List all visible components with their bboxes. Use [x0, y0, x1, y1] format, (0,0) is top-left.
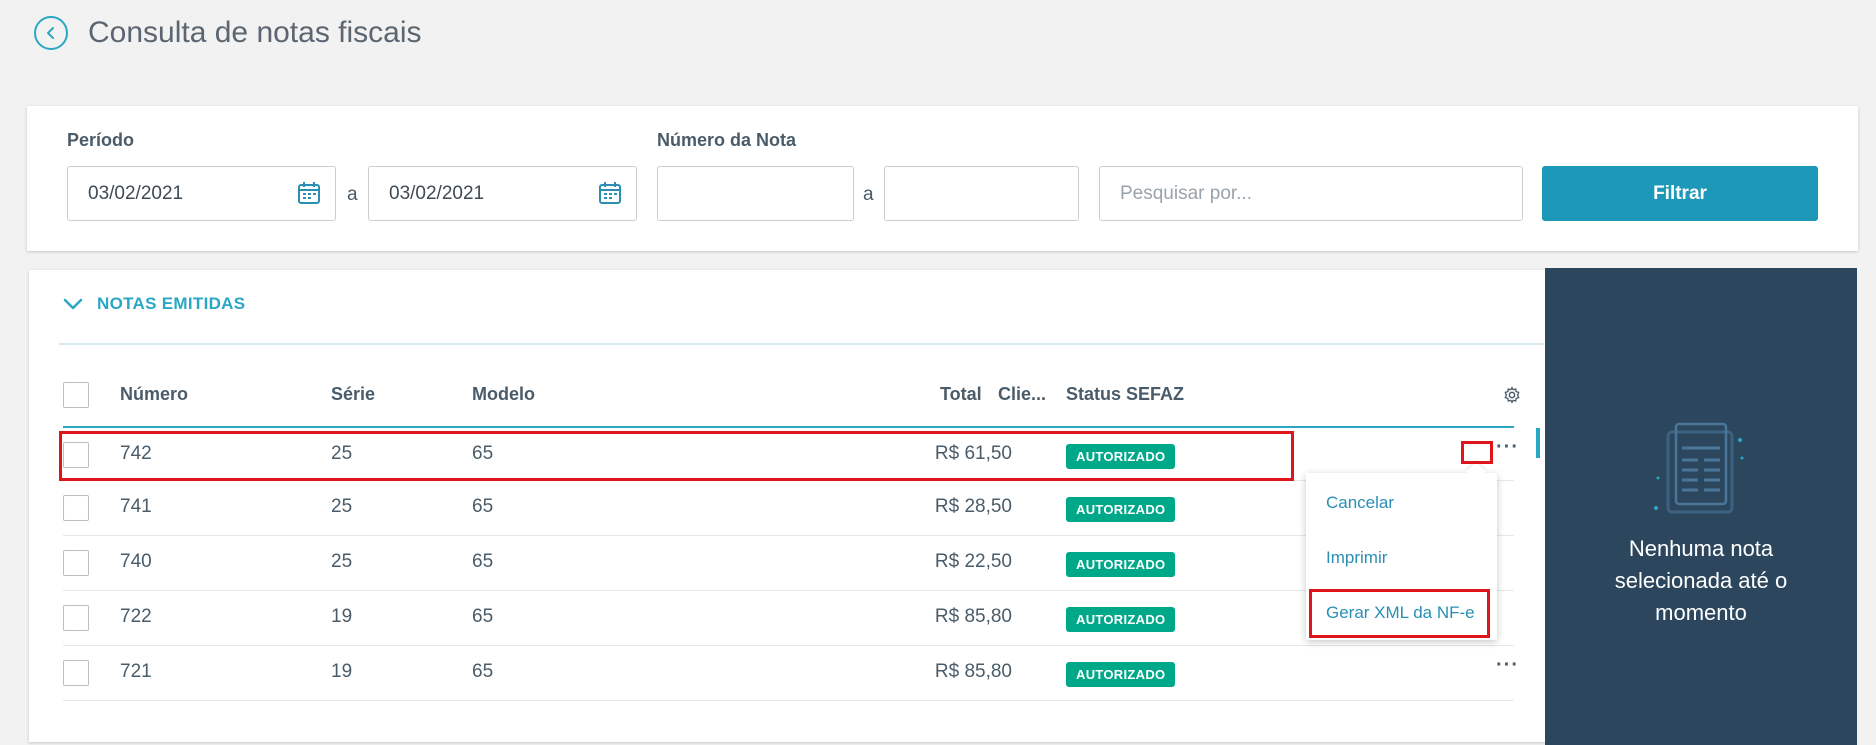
cell-modelo: 65 [472, 496, 494, 517]
col-cliente[interactable]: Clie... [998, 384, 1046, 405]
numero-separator: a [863, 184, 874, 205]
periodo-separator: a [347, 184, 358, 205]
col-total[interactable]: Total [940, 384, 982, 405]
cell-serie: 19 [331, 606, 353, 627]
menu-item-cancelar[interactable]: Cancelar [1326, 493, 1394, 513]
empty-state-message: Nenhuma nota selecionada até o momento [1614, 536, 1788, 625]
col-serie[interactable]: Série [331, 384, 375, 405]
periodo-label: Período [67, 130, 135, 150]
cell-numero: 721 [120, 661, 152, 682]
cell-modelo: 65 [472, 661, 494, 682]
chevron-down-icon [63, 298, 83, 310]
periodo-to-value: 03/02/2021 [389, 182, 485, 204]
document-icon [1654, 422, 1744, 514]
select-all-checkbox[interactable] [63, 382, 89, 408]
col-numero[interactable]: Número [120, 384, 188, 405]
filter-panel: Período 03/02/2021 a 03/02/2021 Número d… [27, 106, 1858, 251]
back-button[interactable] [34, 16, 68, 50]
cell-modelo: 65 [472, 606, 494, 627]
details-panel: Nenhuma nota selecionada até o momento [1545, 268, 1857, 745]
table-row[interactable]: 741 25 65 R$ 28,50 AUTORIZADO [63, 481, 1514, 536]
row-checkbox[interactable] [63, 550, 89, 576]
col-status[interactable]: Status SEFAZ [1066, 384, 1184, 405]
row-checkbox[interactable] [63, 660, 89, 686]
chevron-left-icon [47, 27, 54, 39]
numero-label: Número da Nota [657, 130, 797, 150]
section-toggle[interactable]: NOTAS EMITIDAS [63, 294, 245, 314]
gear-icon[interactable] [1503, 386, 1521, 404]
filter-button[interactable]: Filtrar [1542, 166, 1818, 221]
cell-total: R$ 85,80 [934, 606, 1012, 627]
col-modelo[interactable]: Modelo [472, 384, 535, 405]
section-divider [59, 343, 1544, 345]
status-badge: AUTORIZADO [1066, 552, 1176, 577]
row-checkbox[interactable] [63, 495, 89, 521]
calendar-icon[interactable] [297, 181, 321, 205]
cell-modelo: 65 [472, 551, 494, 572]
status-badge: AUTORIZADO [1066, 662, 1176, 687]
row-checkbox[interactable] [63, 605, 89, 631]
cell-serie: 25 [331, 551, 353, 572]
more-actions-button[interactable]: ··· [1496, 654, 1519, 677]
cell-total: R$ 22,50 [934, 551, 1012, 572]
status-badge: AUTORIZADO [1066, 607, 1176, 632]
search-input[interactable]: Pesquisar por... [1099, 166, 1523, 221]
highlight-box-row [59, 431, 1294, 481]
search-placeholder: Pesquisar por... [1120, 182, 1253, 204]
highlight-box-menu-item [1309, 589, 1490, 638]
cell-serie: 25 [331, 496, 353, 517]
active-row-indicator [1536, 428, 1540, 458]
more-actions-button[interactable]: ··· [1496, 436, 1519, 459]
table-header: Número Série Modelo Total Clie... Status… [63, 376, 1520, 416]
cell-total: R$ 85,80 [934, 661, 1012, 682]
cell-numero: 740 [120, 551, 152, 572]
table-row[interactable]: 722 19 65 R$ 85,80 AUTORIZADO [63, 591, 1514, 646]
cell-numero: 741 [120, 496, 152, 517]
highlight-box-more-button [1461, 441, 1493, 464]
cell-serie: 19 [331, 661, 353, 682]
numero-to-input[interactable] [884, 166, 1079, 221]
table-row[interactable]: 740 25 65 R$ 22,50 AUTORIZADO [63, 536, 1514, 591]
periodo-to-input[interactable]: 03/02/2021 [368, 166, 637, 221]
periodo-from-value: 03/02/2021 [88, 182, 184, 204]
cell-total: R$ 28,50 [934, 496, 1012, 517]
table-row[interactable]: 721 19 65 R$ 85,80 AUTORIZADO ··· [63, 646, 1518, 701]
numero-from-input[interactable] [657, 166, 854, 221]
page-header: Consulta de notas fiscais [34, 16, 422, 50]
page-title: Consulta de notas fiscais [88, 16, 422, 49]
section-title: NOTAS EMITIDAS [97, 294, 246, 313]
status-badge: AUTORIZADO [1066, 497, 1176, 522]
menu-item-imprimir[interactable]: Imprimir [1326, 548, 1387, 568]
cell-numero: 722 [120, 606, 152, 627]
calendar-icon[interactable] [598, 181, 622, 205]
periodo-from-input[interactable]: 03/02/2021 [67, 166, 336, 221]
